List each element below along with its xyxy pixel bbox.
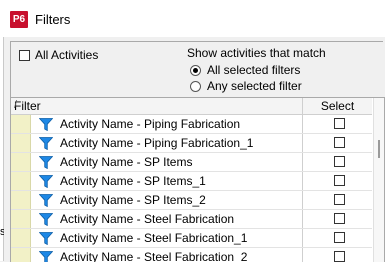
window-title: Filters (35, 12, 71, 27)
filter-name: Activity Name - SP Items_2 (60, 193, 206, 207)
funnel-icon (39, 251, 53, 262)
row-gutter (11, 229, 31, 247)
scrollbar-thumb[interactable] (378, 140, 380, 158)
title-bar: P6 Filters (0, 0, 385, 37)
table-row[interactable]: Activity Name - Piping Fabrication_1 (11, 134, 372, 153)
filter-name: Activity Name - Steel Fabrication_2 (60, 250, 248, 262)
filter-name: Activity Name - SP Items (60, 155, 193, 169)
filter-name: Activity Name - SP Items_1 (60, 174, 206, 188)
column-header-select[interactable]: Select (303, 99, 372, 113)
select-checkbox[interactable] (334, 194, 345, 205)
funnel-icon (39, 232, 53, 245)
table-row[interactable]: Activity Name - Piping Fabrication (11, 115, 372, 134)
row-gutter (11, 248, 31, 262)
column-divider (302, 115, 303, 133)
row-gutter (11, 134, 31, 152)
any-filter-radio[interactable] (190, 81, 201, 92)
row-gutter (11, 191, 31, 209)
select-checkbox[interactable] (334, 213, 345, 224)
match-label: Show activities that match (187, 46, 326, 60)
select-checkbox[interactable] (334, 175, 345, 186)
column-divider (302, 210, 303, 228)
column-resize-glyph: / (14, 99, 18, 111)
row-gutter (11, 115, 31, 133)
all-filters-radio[interactable] (190, 65, 201, 76)
all-activities-checkbox[interactable] (19, 50, 30, 61)
options-group: All Activities Show activities that matc… (10, 41, 383, 97)
row-gutter (11, 210, 31, 228)
table-row[interactable]: Activity Name - Steel Fabrication_1 (11, 229, 372, 248)
table-row[interactable]: Activity Name - SP Items_2 (11, 191, 372, 210)
column-header-filter[interactable]: Filter / (11, 98, 303, 114)
filter-name: Activity Name - Steel Fabrication_1 (60, 231, 248, 245)
funnel-icon (39, 137, 53, 150)
row-gutter (11, 172, 31, 190)
column-divider (302, 229, 303, 247)
column-divider (302, 153, 303, 171)
all-filters-label: All selected filters (207, 63, 301, 77)
funnel-icon (39, 213, 53, 226)
select-checkbox[interactable] (334, 118, 345, 129)
column-divider (302, 134, 303, 152)
row-gutter (11, 153, 31, 171)
table-row[interactable]: Activity Name - Steel Fabrication_2 (11, 248, 372, 262)
all-activities-label: All Activities (35, 48, 99, 62)
select-checkbox[interactable] (334, 232, 345, 243)
column-divider (302, 172, 303, 190)
vertical-scrollbar[interactable] (373, 98, 384, 262)
table-header: Filter / Select (11, 98, 372, 115)
filters-table: Filter / Select Activity Name - Piping F… (10, 97, 385, 262)
table-rows: Activity Name - Piping Fabrication Activ… (11, 115, 372, 262)
filter-name: Activity Name - Steel Fabrication (60, 212, 235, 226)
funnel-icon (39, 156, 53, 169)
any-filter-label: Any selected filter (207, 79, 302, 93)
filter-name: Activity Name - Piping Fabrication_1 (60, 136, 254, 150)
table-row[interactable]: Activity Name - SP Items (11, 153, 372, 172)
select-checkbox[interactable] (334, 251, 345, 262)
select-checkbox[interactable] (334, 137, 345, 148)
table-row[interactable]: Activity Name - SP Items_1 (11, 172, 372, 191)
column-header-filter-label: Filter (14, 99, 41, 113)
funnel-icon (39, 194, 53, 207)
filter-name: Activity Name - Piping Fabrication (60, 117, 241, 131)
funnel-icon (39, 175, 53, 188)
funnel-icon (39, 118, 53, 131)
table-row[interactable]: Activity Name - Steel Fabrication (11, 210, 372, 229)
p6-logo-icon: P6 (10, 11, 28, 28)
column-divider (302, 248, 303, 262)
column-divider (302, 191, 303, 209)
select-checkbox[interactable] (334, 156, 345, 167)
